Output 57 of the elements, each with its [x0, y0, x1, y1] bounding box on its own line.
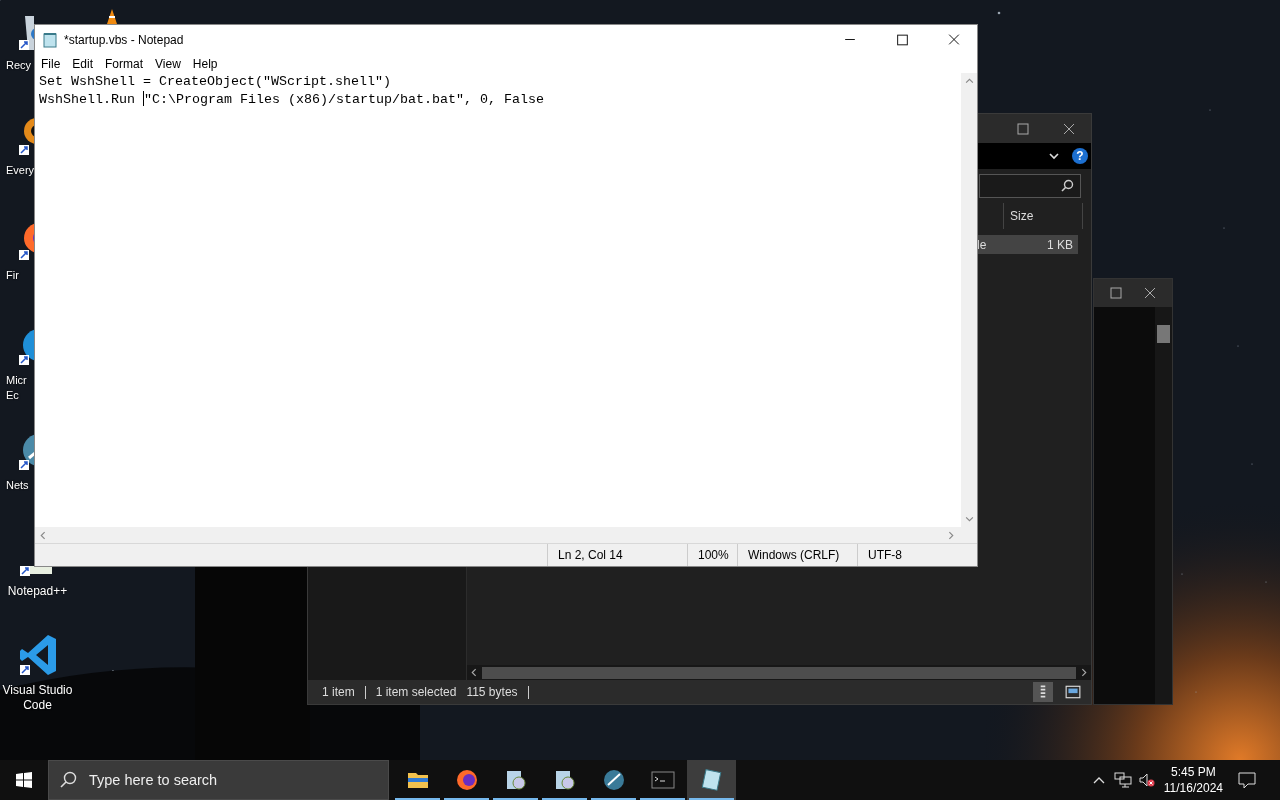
menu-item[interactable]: Format	[99, 56, 150, 71]
text-editor[interactable]: Set WshShell = CreateObject("WScript.shell") WshShell.Run "C:\Program Files (x86)/startup/bat.bat", 0, False	[35, 73, 961, 527]
status-text: 1 item	[322, 685, 355, 699]
icon-label: Notepad++	[7, 584, 68, 599]
globe-icon	[601, 768, 626, 792]
scroll-down-icon[interactable]	[964, 514, 974, 523]
vscode-icon[interactable]	[17, 633, 58, 677]
menu-item[interactable]: Help	[186, 56, 224, 71]
icon-label: Code	[23, 698, 52, 713]
file-row[interactable]: le 1 KB	[977, 235, 1078, 254]
menu-item[interactable]: View	[149, 56, 187, 71]
details-view-icon[interactable]	[1033, 682, 1053, 702]
notepad-taskbar-button[interactable]	[687, 760, 736, 800]
scrollbar[interactable]	[467, 665, 1091, 680]
icon-label: Recy	[6, 58, 32, 73]
status-text: 115 bytes	[466, 685, 518, 699]
help-button[interactable]: ?	[1072, 148, 1088, 164]
status-text: Ln 2, Col 14	[547, 544, 687, 566]
icon-label: Nets	[6, 478, 29, 493]
status-text: 1 item selected	[375, 685, 457, 699]
scroll-right-icon[interactable]	[1079, 668, 1088, 677]
scrollbar[interactable]	[1155, 307, 1172, 704]
notepad-icon	[42, 31, 58, 48]
table-cell: 1 KB	[1047, 237, 1073, 252]
menu-item[interactable]: Edit	[66, 56, 100, 71]
chevron-down-icon[interactable]	[1048, 150, 1060, 162]
icon-label: Visual Studio	[2, 683, 73, 698]
clock-time[interactable]: 5:45 PM	[1171, 764, 1216, 780]
window-title: *startup.vbs - Notepad	[64, 32, 184, 47]
clock-date[interactable]: 11/16/2024	[1163, 780, 1223, 796]
scrollbar[interactable]	[961, 73, 977, 527]
search-box[interactable]: Type here to search	[48, 760, 389, 800]
code-line: Set WshShell = CreateObject("WScript.shell")	[39, 73, 392, 91]
icon-label: Ec	[6, 388, 19, 403]
table-cell: le	[977, 237, 987, 252]
speaker-icon[interactable]	[1137, 772, 1156, 788]
column-header[interactable]: Size	[1003, 203, 1083, 229]
icon-label: Fir	[6, 268, 19, 283]
scroll-up-icon[interactable]	[964, 77, 974, 86]
search-icon	[1060, 179, 1074, 193]
notification-icon[interactable]	[1237, 770, 1257, 790]
windows-start-icon[interactable]	[16, 772, 32, 788]
terminal-icon	[650, 768, 675, 792]
status-text: UTF-8	[857, 544, 977, 566]
icon-label: Every	[6, 163, 35, 178]
search-field[interactable]	[979, 174, 1081, 198]
menu-item[interactable]: File	[35, 56, 67, 71]
search-field[interactable]: Type here to search	[87, 771, 388, 789]
traffic-cone-icon[interactable]	[104, 8, 120, 24]
status-text: Windows (CRLF)	[737, 544, 857, 566]
scroll-left-icon[interactable]	[470, 668, 479, 677]
code-line: WshShell.Run "C:\Program Files (x86)/startup/bat.bat", 0, False	[39, 91, 545, 109]
status-text: 100%	[687, 544, 737, 566]
network-icon[interactable]	[1113, 772, 1132, 788]
icon-label: Micr	[6, 373, 27, 388]
firefox-icon	[454, 768, 479, 792]
search-icon	[59, 771, 77, 789]
